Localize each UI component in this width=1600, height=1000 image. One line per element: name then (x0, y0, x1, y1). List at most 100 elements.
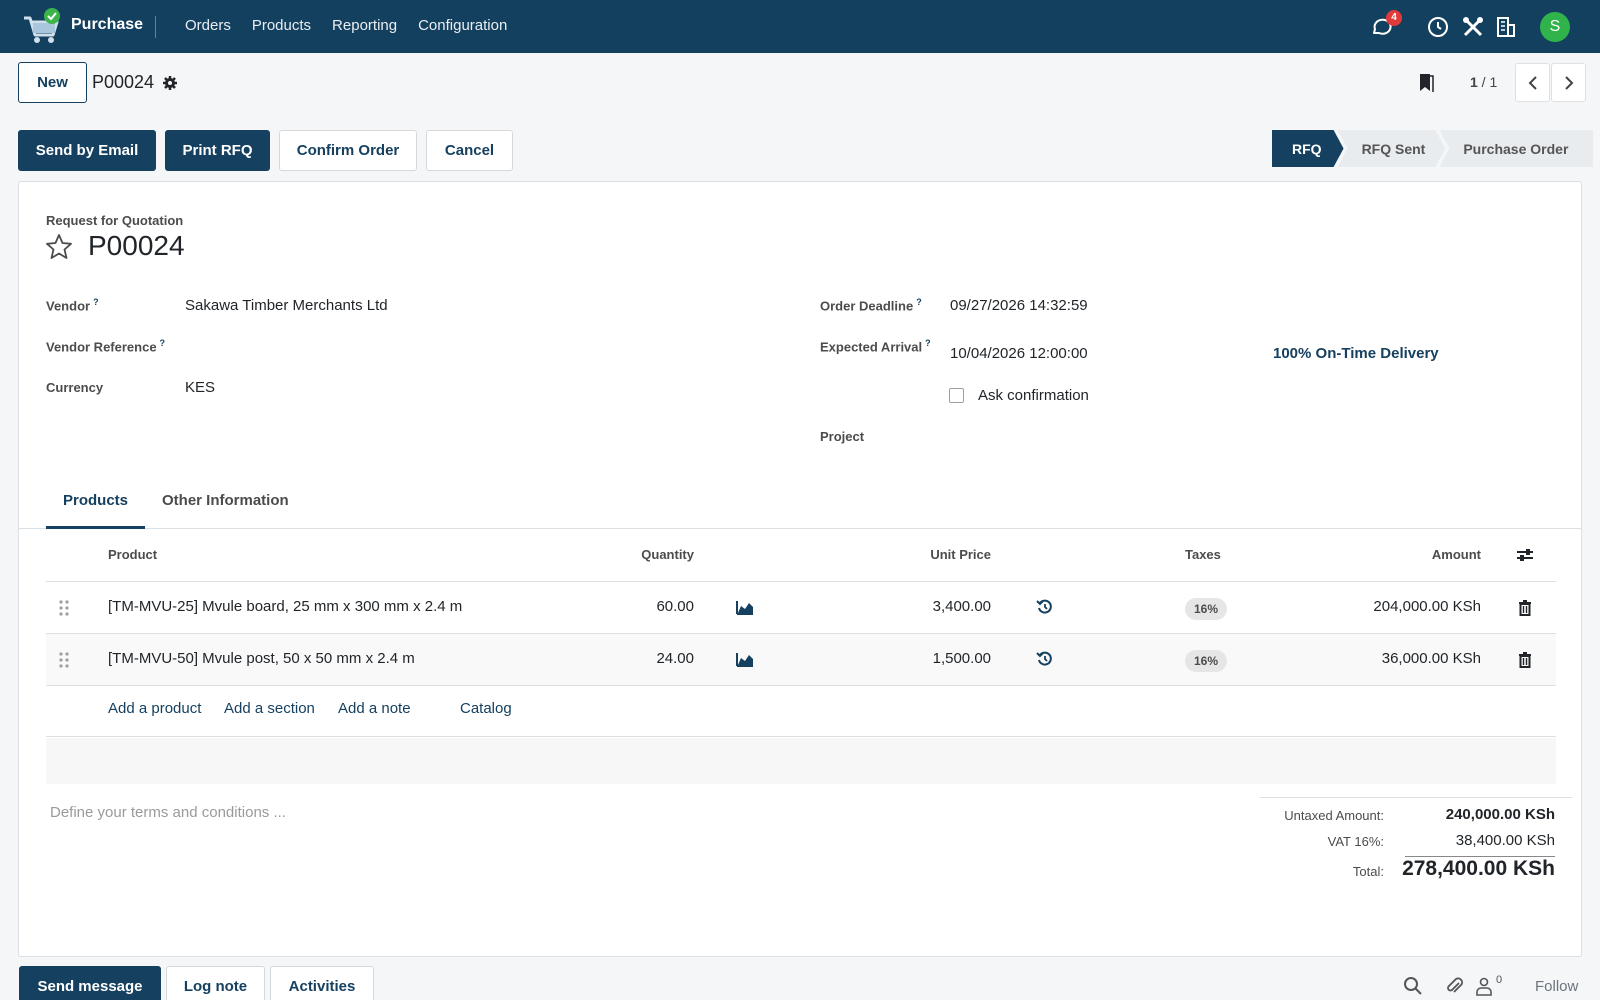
building-icon (1497, 17, 1515, 37)
catalog-link[interactable]: Catalog (460, 700, 512, 717)
trash-icon[interactable] (1516, 599, 1534, 617)
form-subtitle: Request for Quotation (46, 213, 184, 228)
help-marker[interactable]: ? (916, 297, 922, 307)
confirm-order-button[interactable]: Confirm Order (279, 130, 417, 171)
stage-rfq-sent[interactable]: RFQ Sent (1338, 130, 1446, 167)
followers-button[interactable]: 0 (1474, 974, 1508, 998)
tabs-divider (18, 528, 1582, 529)
table-row[interactable]: [TM-MVU-25] Mvule board, 25 mm x 300 mm … (46, 582, 1556, 633)
pager-counter[interactable]: 1 / 1 (1470, 74, 1497, 90)
tools-icon (1463, 17, 1483, 37)
search-icon[interactable] (1403, 976, 1423, 996)
vendor-field[interactable]: Sakawa Timber Merchants Ltd (185, 297, 388, 314)
tab-products[interactable]: Products (46, 492, 145, 529)
debug-tools-button[interactable] (1461, 15, 1485, 39)
column-header-product[interactable]: Product (108, 547, 157, 562)
menu-orders[interactable]: Orders (185, 17, 231, 34)
activities-button-chatter[interactable]: Activities (270, 966, 374, 1000)
chevron-left-icon (1528, 75, 1537, 90)
history-icon[interactable] (1036, 650, 1054, 668)
clock-icon (1428, 17, 1448, 37)
row-product[interactable]: [TM-MVU-25] Mvule board, 25 mm x 300 mm … (108, 598, 462, 615)
tax-badge[interactable]: 16% (1185, 650, 1228, 672)
company-switch-button[interactable] (1494, 15, 1518, 39)
menu-reporting[interactable]: Reporting (332, 17, 397, 34)
expected-arrival-field[interactable]: 10/04/2026 12:00:00 (950, 345, 1088, 362)
order-deadline-label-text: Order Deadline (820, 298, 914, 314)
currency-field[interactable]: KES (185, 379, 215, 396)
forecast-chart-icon[interactable] (736, 598, 754, 616)
add-note-link[interactable]: Add a note (338, 700, 411, 717)
on-time-delivery-link[interactable]: 100% On-Time Delivery (1273, 345, 1439, 362)
top-navbar: Purchase Orders Products Reporting Confi… (0, 0, 1600, 53)
row-quantity[interactable]: 24.00 (600, 650, 694, 667)
expected-arrival-label-text: Expected Arrival (820, 339, 923, 355)
record-name[interactable]: P00024 (88, 230, 185, 262)
history-icon[interactable] (1036, 598, 1054, 616)
table-row[interactable]: [TM-MVU-50] Mvule post, 50 x 50 mm x 2.4… (46, 634, 1556, 685)
add-section-link[interactable]: Add a section (224, 700, 315, 717)
send-by-email-button[interactable]: Send by Email (18, 130, 156, 171)
project-field[interactable] (950, 424, 1550, 450)
gear-icon[interactable] (162, 75, 178, 91)
drag-handle-icon[interactable] (58, 651, 70, 669)
help-marker[interactable]: ? (160, 338, 166, 348)
table-footer-band (46, 738, 1556, 784)
drag-handle-icon[interactable] (58, 599, 70, 617)
print-rfq-button[interactable]: Print RFQ (165, 130, 270, 171)
tab-other-information[interactable]: Other Information (162, 492, 289, 509)
optional-columns-icon[interactable] (1516, 546, 1534, 564)
column-header-amount[interactable]: Amount (1340, 547, 1481, 562)
bookmark-icon[interactable] (1417, 73, 1435, 93)
new-button[interactable]: New (18, 62, 87, 103)
table-footer-divider (46, 736, 1556, 737)
app-name[interactable]: Purchase (71, 16, 143, 34)
paperclip-icon[interactable] (1444, 976, 1464, 996)
chevron-right-icon (1564, 75, 1573, 90)
pager-previous-button[interactable] (1515, 63, 1550, 102)
ask-confirmation-checkbox[interactable] (949, 388, 964, 403)
row-product[interactable]: [TM-MVU-50] Mvule post, 50 x 50 mm x 2.4… (108, 650, 415, 667)
terms-conditions-input[interactable]: Define your terms and conditions ... (50, 804, 286, 821)
add-product-link[interactable]: Add a product (108, 700, 201, 717)
trash-icon[interactable] (1516, 651, 1534, 669)
ask-confirmation-label: Ask confirmation (978, 387, 1089, 404)
help-marker[interactable]: ? (93, 297, 99, 307)
send-message-button[interactable]: Send message (19, 966, 161, 1000)
activities-button[interactable] (1426, 15, 1450, 39)
user-avatar[interactable]: S (1540, 12, 1570, 42)
menu-products[interactable]: Products (252, 17, 311, 34)
untaxed-amount-value: 240,000.00 KSh (1445, 806, 1555, 823)
row-amount: 36,000.00 KSh (1381, 650, 1481, 667)
vendor-reference-label: Vendor Reference? (46, 338, 165, 354)
row-quantity[interactable]: 60.00 (600, 598, 694, 615)
column-header-unit-price[interactable]: Unit Price (880, 547, 991, 562)
breadcrumb-record-name: P00024 (92, 72, 155, 92)
stage-rfq[interactable]: RFQ (1272, 130, 1344, 167)
follow-button[interactable]: Follow (1535, 978, 1578, 995)
pager-next-button[interactable] (1551, 63, 1586, 102)
column-header-quantity[interactable]: Quantity (600, 547, 694, 562)
star-icon[interactable] (45, 233, 73, 261)
help-marker[interactable]: ? (925, 338, 931, 348)
forecast-chart-icon[interactable] (736, 650, 754, 668)
total-value: 278,400.00 KSh (1402, 857, 1555, 880)
vendor-reference-label-text: Vendor Reference (46, 339, 157, 355)
order-deadline-field[interactable]: 09/27/2026 14:32:59 (950, 297, 1088, 314)
stage-purchase-order[interactable]: Purchase Order (1439, 130, 1594, 167)
log-note-button[interactable]: Log note (166, 966, 265, 1000)
cancel-button[interactable]: Cancel (426, 130, 513, 171)
row-unit-price[interactable]: 3,400.00 (880, 598, 991, 615)
expected-arrival-label: Expected Arrival? (820, 338, 931, 354)
project-label: Project (820, 429, 865, 444)
shopping-cart-icon[interactable] (22, 8, 62, 46)
menu-configuration[interactable]: Configuration (418, 17, 507, 34)
pager-current: 1 (1470, 74, 1478, 90)
messages-badge: 4 (1386, 10, 1402, 26)
vendor-reference-field[interactable] (185, 333, 785, 359)
messages-button[interactable]: 4 (1370, 10, 1402, 39)
totals-top-divider (1260, 797, 1572, 798)
tax-badge[interactable]: 16% (1185, 598, 1228, 620)
column-header-taxes[interactable]: Taxes (1185, 547, 1221, 562)
row-unit-price[interactable]: 1,500.00 (880, 650, 991, 667)
